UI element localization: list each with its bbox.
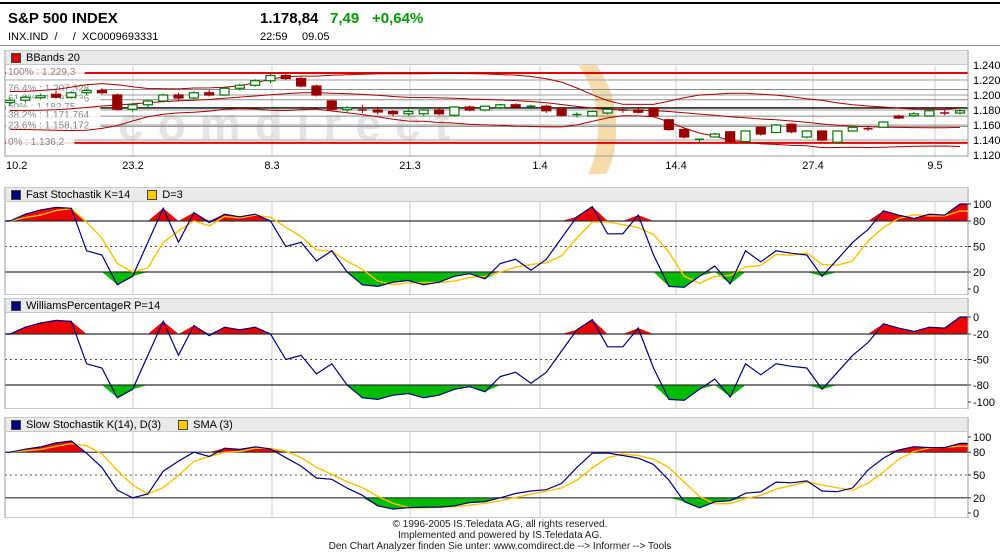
svg-text:80: 80 bbox=[973, 447, 985, 459]
svg-text:-80: -80 bbox=[973, 380, 989, 392]
williams-line-swatch bbox=[11, 301, 21, 311]
bbands-legend: BBands 20 bbox=[6, 51, 967, 65]
price-change-percent: +0,64% bbox=[372, 10, 423, 27]
last-price: 1.178,84 bbox=[260, 10, 318, 27]
svg-text:20: 20 bbox=[973, 267, 985, 279]
footer: © 1996-2005 IS.Teledata AG, all rights r… bbox=[0, 519, 1000, 552]
footer-powered-by: Implemented and powered by IS.Teledata A… bbox=[0, 530, 1000, 541]
fast-stochastic-chart: 100 80 50 20 0 bbox=[0, 187, 1000, 295]
svg-text:100: 100 bbox=[973, 432, 991, 444]
svg-text:1.160: 1.160 bbox=[973, 120, 1000, 132]
svg-text:80: 80 bbox=[973, 216, 985, 228]
sma-swatch bbox=[178, 420, 188, 430]
svg-text:1.4: 1.4 bbox=[532, 160, 547, 172]
svg-text:23.2: 23.2 bbox=[122, 160, 143, 172]
svg-text:8.3: 8.3 bbox=[264, 160, 279, 172]
sma-label: SMA (3) bbox=[193, 419, 233, 431]
d-line-swatch bbox=[147, 190, 157, 200]
price-bollinger-chart: comdirect)100% : 1.229,376,4% : 1.207,32… bbox=[0, 50, 1000, 174]
comdirect-chart-analyzer: S&P 500 INDEX 1.178,84 7,49 +0,64% INX.I… bbox=[0, 0, 1000, 554]
svg-text:100% : 1.229,3: 100% : 1.229,3 bbox=[8, 67, 76, 78]
svg-text:9.5: 9.5 bbox=[927, 160, 942, 172]
svg-text:1.180: 1.180 bbox=[973, 105, 1000, 117]
svg-text:0% : 1.136,2: 0% : 1.136,2 bbox=[8, 137, 65, 148]
svg-text:50: 50 bbox=[973, 470, 985, 482]
svg-text:0: 0 bbox=[973, 508, 979, 518]
footer-url-hint: Den Chart Analyzer finden Sie unter: www… bbox=[0, 541, 1000, 552]
instrument-title: S&P 500 INDEX bbox=[8, 10, 118, 27]
k-line-label: Fast Stochastik K=14 bbox=[26, 189, 130, 201]
svg-text:27.4: 27.4 bbox=[802, 160, 823, 172]
footer-copyright: © 1996-2005 IS.Teledata AG, all rights r… bbox=[0, 519, 1000, 530]
svg-text:-100: -100 bbox=[973, 397, 995, 409]
svg-text:50: 50 bbox=[973, 242, 985, 254]
slow-k-swatch bbox=[11, 420, 21, 430]
slow-stochastic-chart: 100 80 50 20 0 bbox=[0, 417, 1000, 518]
price-change: 7,49 bbox=[330, 10, 359, 27]
svg-text:-20: -20 bbox=[973, 329, 989, 341]
svg-text:0: 0 bbox=[973, 312, 979, 324]
svg-text:-50: -50 bbox=[973, 355, 989, 367]
bbands-legend-swatch bbox=[11, 53, 21, 63]
svg-text:14.4: 14.4 bbox=[665, 160, 686, 172]
williams-line-label: WilliamsPercentageR P=14 bbox=[26, 300, 160, 312]
bbands-legend-label: BBands 20 bbox=[26, 52, 80, 64]
svg-text:20: 20 bbox=[973, 493, 985, 505]
slow-k-label: Slow Stochastik K(14), D(3) bbox=[26, 419, 161, 431]
quote-header: S&P 500 INDEX 1.178,84 7,49 +0,64% INX.I… bbox=[0, 4, 1000, 46]
k-line-swatch bbox=[11, 190, 21, 200]
quote-time: 22:59 bbox=[260, 31, 288, 43]
svg-text:10.2: 10.2 bbox=[6, 160, 27, 172]
slow-stochastic-legend: Slow Stochastik K(14), D(3) SMA (3) bbox=[6, 418, 967, 432]
instrument-ids: INX.IND / / XC0009693331 bbox=[8, 31, 158, 43]
svg-text:1.220: 1.220 bbox=[973, 75, 1000, 87]
svg-text:1.240: 1.240 bbox=[973, 60, 1000, 72]
svg-text:1.200: 1.200 bbox=[973, 90, 1000, 102]
svg-text:21.3: 21.3 bbox=[399, 160, 420, 172]
williams-legend: WilliamsPercentageR P=14 bbox=[6, 299, 967, 313]
williams-percent-r-chart: 0 -20 -50 -80 -100 bbox=[0, 298, 1000, 409]
svg-text:1.140: 1.140 bbox=[973, 135, 1000, 147]
svg-text:1.120: 1.120 bbox=[973, 150, 1000, 162]
svg-text:100: 100 bbox=[973, 199, 991, 211]
svg-text:): ) bbox=[578, 50, 623, 174]
svg-text:0: 0 bbox=[973, 284, 979, 295]
d-line-label: D=3 bbox=[162, 189, 183, 201]
quote-date: 09.05 bbox=[302, 31, 330, 43]
fast-stochastic-legend: Fast Stochastik K=14 D=3 bbox=[6, 188, 967, 202]
